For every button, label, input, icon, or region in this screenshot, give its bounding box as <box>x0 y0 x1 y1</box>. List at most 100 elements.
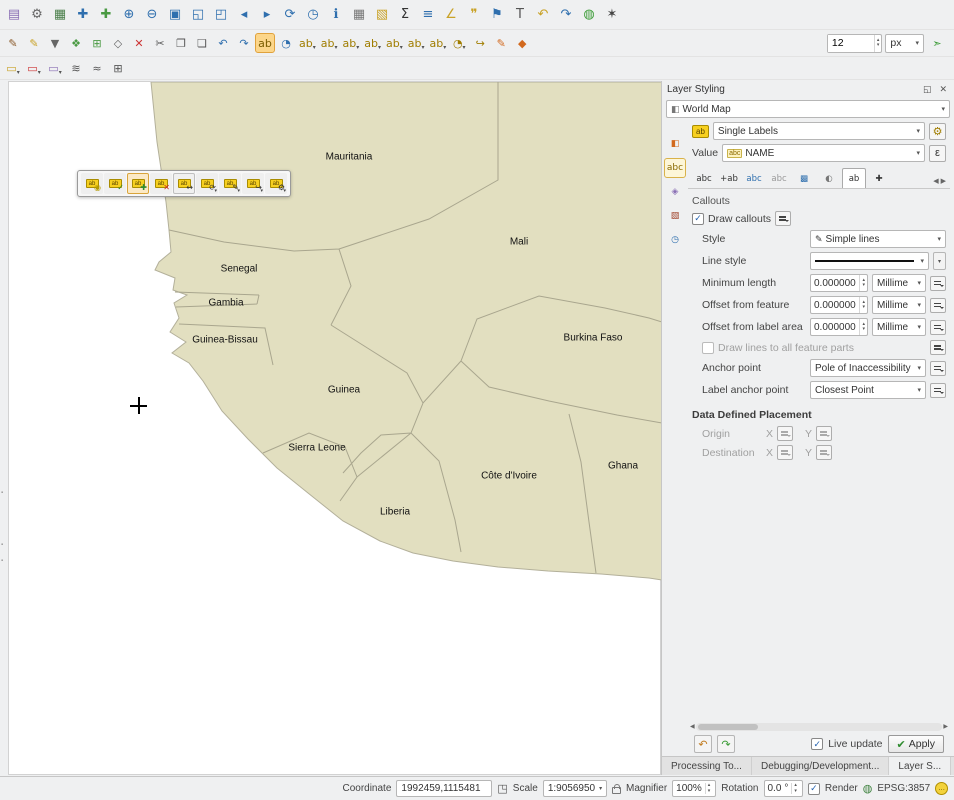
style-manager-icon[interactable]: ▤ <box>3 4 25 26</box>
select-features-icon[interactable]: ▧ <box>371 4 393 26</box>
automated-placement-button[interactable]: ⚙ <box>929 123 946 140</box>
line-style-menu-button[interactable]: ▾ <box>933 252 946 270</box>
labeling-mode-select[interactable]: Single Labels ▾ <box>713 122 925 140</box>
tab-shadow[interactable]: ◐ <box>817 168 841 188</box>
zoom-to-layer-icon[interactable]: ◰ <box>210 4 232 26</box>
data-defined-override-icon[interactable] <box>930 340 946 355</box>
redo-style-button[interactable]: ↷ <box>717 735 735 753</box>
current-edits-icon[interactable]: ✎ <box>3 33 23 53</box>
paste-features-icon[interactable]: ❏ <box>192 33 212 53</box>
lock-scale-icon[interactable] <box>612 787 621 794</box>
unpin-labels-icon[interactable]: ab▾ <box>319 33 340 53</box>
offset-from-label-area-unit-select[interactable]: Millime ▾ <box>872 318 926 336</box>
close-panel-icon[interactable]: ✕ <box>937 84 949 95</box>
tab-placement[interactable]: ✚ <box>867 168 891 188</box>
minimum-length-stepper[interactable]: 0.000000 ▴▾ <box>810 274 868 292</box>
new-bookmark-icon[interactable]: ⚑ <box>486 4 508 26</box>
print-layout-icon[interactable]: ▦ <box>49 4 71 26</box>
tab-scroll-right-icon[interactable]: ▶ <box>941 177 946 185</box>
offset-from-label-area-stepper[interactable]: 0.000000 ▴▾ <box>810 318 868 336</box>
snapping-toggle-icon[interactable]: ≋ <box>66 58 86 78</box>
cut-features-icon[interactable]: ✂ <box>150 33 170 53</box>
destination-y-override-icon[interactable] <box>816 445 832 460</box>
diagram-tool-icon[interactable]: ◔▾ <box>449 33 469 53</box>
scrollbar-thumb[interactable] <box>698 724 758 730</box>
move-label-tool-icon[interactable]: ab▾ <box>384 33 405 53</box>
anchor-point-select[interactable]: Pole of Inaccessibility ▾ <box>810 359 926 377</box>
redo-edit-icon[interactable]: ↷ <box>234 33 254 53</box>
expression-builder-button[interactable]: ε <box>929 145 946 162</box>
data-defined-override-icon[interactable] <box>930 298 946 313</box>
crs-icon[interactable]: ◍ <box>863 782 873 795</box>
tab-mask[interactable]: abc <box>767 168 791 188</box>
scale-select[interactable]: 1:9056950 ▾ <box>543 780 607 797</box>
metasearch-icon[interactable]: ◍ <box>578 4 600 26</box>
text-annotation-icon[interactable]: T <box>509 4 531 26</box>
refresh-map-icon[interactable]: ⟳ <box>279 4 301 26</box>
origin-y-override-icon[interactable] <box>816 426 832 441</box>
attribute-table-icon[interactable]: ▦ <box>348 4 370 26</box>
tab-processing-toolbox[interactable]: Processing To... <box>662 757 752 775</box>
scroll-left-icon[interactable]: ◀ <box>690 723 695 730</box>
undo-icon[interactable]: ↶ <box>532 4 554 26</box>
rotate-label-tool-icon[interactable]: ab▾ <box>406 33 427 53</box>
hide-labels-icon[interactable]: ab▾ <box>362 33 383 53</box>
panel-horizontal-scrollbar[interactable]: ◀ ▶ <box>688 721 950 732</box>
identify-features-icon[interactable]: ℹ <box>325 4 347 26</box>
extent-icon[interactable]: ◳ <box>497 782 507 795</box>
minimum-length-unit-select[interactable]: Millime ▾ <box>872 274 926 292</box>
tab-formatting[interactable]: +ab <box>717 168 741 188</box>
save-edits-icon[interactable]: ▼ <box>45 33 65 53</box>
origin-x-override-icon[interactable] <box>777 426 793 441</box>
zoom-full-icon[interactable]: ▣ <box>164 4 186 26</box>
labels-tab-icon[interactable]: abc <box>664 158 686 178</box>
settings-icon[interactable]: ⚙ <box>26 4 48 26</box>
mask-tab-icon[interactable]: ◈ <box>664 182 686 202</box>
magnifier-stepper[interactable]: 100% ▴▾ <box>672 780 716 797</box>
label-anchor-point-select[interactable]: Closest Point ▾ <box>810 381 926 399</box>
destination-x-override-icon[interactable] <box>777 445 793 460</box>
data-defined-override-icon[interactable] <box>775 211 791 226</box>
new-shapefile-layer-icon[interactable]: ▭▾ <box>3 58 23 78</box>
undo-style-button[interactable]: ↶ <box>694 735 712 753</box>
new-geopackage-layer-icon[interactable]: ▭▾ <box>24 58 44 78</box>
toggle-labels-visibility-button[interactable]: ab ✓ <box>104 173 126 194</box>
zoom-out-icon[interactable]: ⊖ <box>141 4 163 26</box>
measure-icon[interactable]: ∠ <box>440 4 462 26</box>
symbology-tab-icon[interactable]: ◧ <box>664 134 686 154</box>
tab-layer-styling[interactable]: Layer S... <box>889 757 951 775</box>
offset-from-feature-stepper[interactable]: 0.000000 ▴▾ <box>810 296 868 314</box>
data-defined-override-icon[interactable] <box>930 276 946 291</box>
view-3d-tab-icon[interactable]: ▧ <box>664 206 686 226</box>
line-style-select[interactable]: ▾ <box>810 252 929 270</box>
hidden-dock-tab-icon[interactable]: ▪ <box>1 490 3 496</box>
draw-lines-all-parts-checkbox[interactable] <box>702 342 714 354</box>
tab-background[interactable]: ▩ <box>792 168 816 188</box>
pin-unpin-labels-button[interactable]: ab ✚ <box>127 173 149 194</box>
font-size-input[interactable] <box>828 35 874 52</box>
change-label-button[interactable]: ab ✎ ▾ <box>219 173 241 194</box>
data-defined-override-icon[interactable] <box>930 383 946 398</box>
advanced-digitizing-icon[interactable]: ⊞ <box>108 58 128 78</box>
value-field-select[interactable]: abc NAME ▾ <box>722 144 925 162</box>
tab-scroll-left-icon[interactable]: ◀ <box>933 177 938 185</box>
statistical-summary-icon[interactable]: ≡ <box>417 4 439 26</box>
pan-to-selection-icon[interactable]: ✚ <box>95 4 117 26</box>
add-ring-icon[interactable]: ⊞ <box>87 33 107 53</box>
decoration-icon[interactable]: ◆ <box>512 33 532 53</box>
apply-labels-icon[interactable]: ➣ <box>927 33 947 53</box>
copy-features-icon[interactable]: ❐ <box>171 33 191 53</box>
layer-selector[interactable]: ◧ World Map ▾ <box>666 100 950 118</box>
render-checkbox[interactable]: ✓ <box>808 783 820 795</box>
show-hidden-labels-icon[interactable]: ab▾ <box>341 33 362 53</box>
zoom-last-icon[interactable]: ◂ <box>233 4 255 26</box>
rotate-label-button[interactable]: ab ⟳ ▾ <box>196 173 218 194</box>
redo-icon[interactable]: ↷ <box>555 4 577 26</box>
layer-diagram-options-icon[interactable]: ◔ <box>276 33 296 53</box>
tab-text[interactable]: abc <box>692 168 716 188</box>
plugins-icon[interactable]: ✶ <box>601 4 623 26</box>
tab-debugging-development[interactable]: Debugging/Development... <box>752 757 889 775</box>
hidden-dock-tab-icon[interactable]: ▪ <box>1 558 3 564</box>
data-defined-override-icon[interactable] <box>930 320 946 335</box>
zoom-to-selection-icon[interactable]: ◱ <box>187 4 209 26</box>
